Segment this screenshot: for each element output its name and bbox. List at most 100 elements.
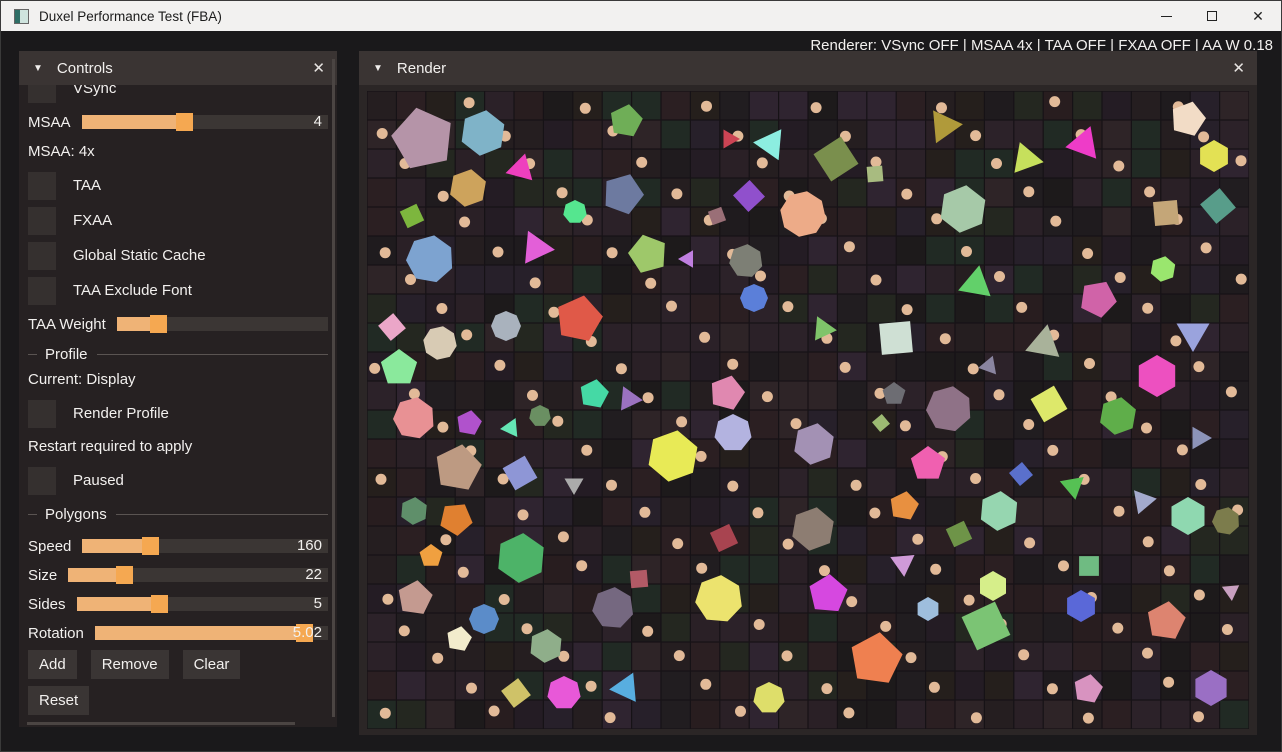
dot — [912, 533, 924, 545]
dot — [753, 619, 765, 630]
dot — [782, 301, 794, 313]
dot — [843, 241, 855, 253]
dot — [517, 509, 529, 521]
vertical-scrollbar[interactable] — [332, 59, 335, 717]
fxaa-checkbox-row: FXAA — [28, 206, 328, 235]
dot — [1113, 160, 1125, 172]
dot — [437, 421, 449, 433]
dot — [1084, 358, 1095, 369]
dot — [1112, 622, 1124, 634]
dot — [548, 306, 560, 318]
sides-slider-track[interactable]: 5 — [76, 595, 328, 613]
size-slider-row: Size 22 — [28, 565, 328, 585]
dot — [1023, 419, 1035, 430]
slider-fill — [94, 626, 305, 640]
taa-exclude-font-checkbox-row: TAA Exclude Font — [28, 276, 328, 305]
dot — [673, 650, 685, 662]
separator-line — [28, 513, 37, 515]
render-panel-header[interactable]: ▼ Render ✕ — [359, 51, 1257, 85]
slider-fill — [82, 539, 152, 553]
speed-slider-track[interactable]: 160 — [82, 537, 328, 555]
maximize-button[interactable] — [1189, 1, 1235, 31]
dot — [1016, 301, 1028, 313]
dot — [1193, 589, 1205, 601]
horizontal-scrollbar[interactable] — [27, 722, 295, 725]
separator-line — [115, 513, 328, 515]
slider-label: Rotation — [28, 624, 84, 642]
dot — [376, 128, 388, 139]
global-static-cache-checkbox[interactable] — [28, 241, 56, 270]
dot — [1142, 536, 1154, 548]
taa-checkbox[interactable] — [28, 171, 56, 200]
dot — [1142, 647, 1153, 659]
remove-button[interactable]: Remove — [90, 650, 169, 679]
dot — [931, 213, 943, 225]
dot — [466, 682, 477, 694]
dot — [727, 358, 739, 370]
dot — [1082, 248, 1094, 259]
dot — [790, 418, 802, 430]
size-slider-handle[interactable] — [116, 566, 134, 584]
dot — [700, 678, 712, 690]
polygon — [629, 569, 649, 589]
app-icon — [14, 8, 29, 24]
dot — [552, 415, 564, 427]
msaa-slider-row: MSAA 4 — [28, 112, 328, 132]
dot — [645, 277, 657, 289]
vsync-checkbox[interactable] — [28, 85, 56, 103]
dot — [1018, 649, 1030, 661]
dot — [994, 271, 1005, 282]
dot — [1141, 422, 1152, 434]
dot — [970, 130, 982, 142]
fxaa-checkbox[interactable] — [28, 206, 56, 235]
taa-weight-slider-track[interactable] — [116, 315, 328, 333]
taa-exclude-font-checkbox[interactable] — [28, 276, 56, 305]
dot — [642, 392, 654, 404]
slider-label: Size — [28, 566, 58, 584]
reset-button[interactable]: Reset — [28, 686, 90, 715]
slider-value: 5.02 — [292, 624, 322, 641]
dot — [405, 274, 416, 285]
polygon — [866, 165, 884, 183]
dot — [1046, 683, 1058, 695]
dot — [699, 331, 711, 343]
paused-checkbox[interactable] — [28, 466, 56, 495]
speed-slider-handle[interactable] — [142, 537, 160, 555]
dot — [1024, 537, 1036, 549]
static-label: Restart required to apply — [28, 438, 193, 455]
close-window-button[interactable]: ✕ — [1235, 1, 1281, 31]
render-panel: ▼ Render ✕ — [359, 51, 1257, 735]
checkbox-label: TAA Exclude Font — [73, 282, 192, 299]
taa-weight-slider-handle[interactable] — [150, 315, 168, 333]
controls-panel-header[interactable]: ▼ Controls ✕ — [19, 51, 337, 85]
add-button[interactable]: Add — [28, 650, 77, 679]
dot — [939, 333, 951, 345]
dot — [930, 563, 942, 575]
dot — [1142, 302, 1154, 314]
separator-line — [28, 353, 37, 355]
rotation-slider-track[interactable]: 5.02 — [94, 624, 328, 642]
sides-slider-handle[interactable] — [150, 595, 168, 613]
render-profile-checkbox[interactable] — [28, 399, 56, 428]
msaa-slider-handle[interactable] — [176, 113, 194, 131]
size-slider-track[interactable]: 22 — [68, 566, 328, 584]
render-close-icon[interactable]: ✕ — [1232, 59, 1245, 77]
dot — [369, 362, 381, 374]
current-display-text: Current: Display — [28, 367, 328, 393]
dot — [928, 681, 940, 693]
collapse-arrow-icon[interactable]: ▼ — [33, 63, 43, 74]
msaa-slider-track[interactable]: 4 — [81, 113, 328, 131]
polygon — [879, 321, 913, 355]
dot — [761, 391, 773, 403]
slider-fill — [76, 597, 160, 611]
dot — [581, 444, 593, 456]
checkbox-label: VSync — [73, 85, 117, 97]
dot — [846, 596, 858, 608]
collapse-arrow-icon[interactable]: ▼ — [373, 63, 383, 74]
dot — [1193, 711, 1204, 723]
clear-button[interactable]: Clear — [182, 650, 241, 679]
minimize-button[interactable] — [1143, 1, 1189, 31]
controls-close-icon[interactable]: ✕ — [312, 59, 325, 77]
dot — [821, 683, 833, 695]
rotation-slider-row: Rotation 5.02 — [28, 623, 328, 643]
